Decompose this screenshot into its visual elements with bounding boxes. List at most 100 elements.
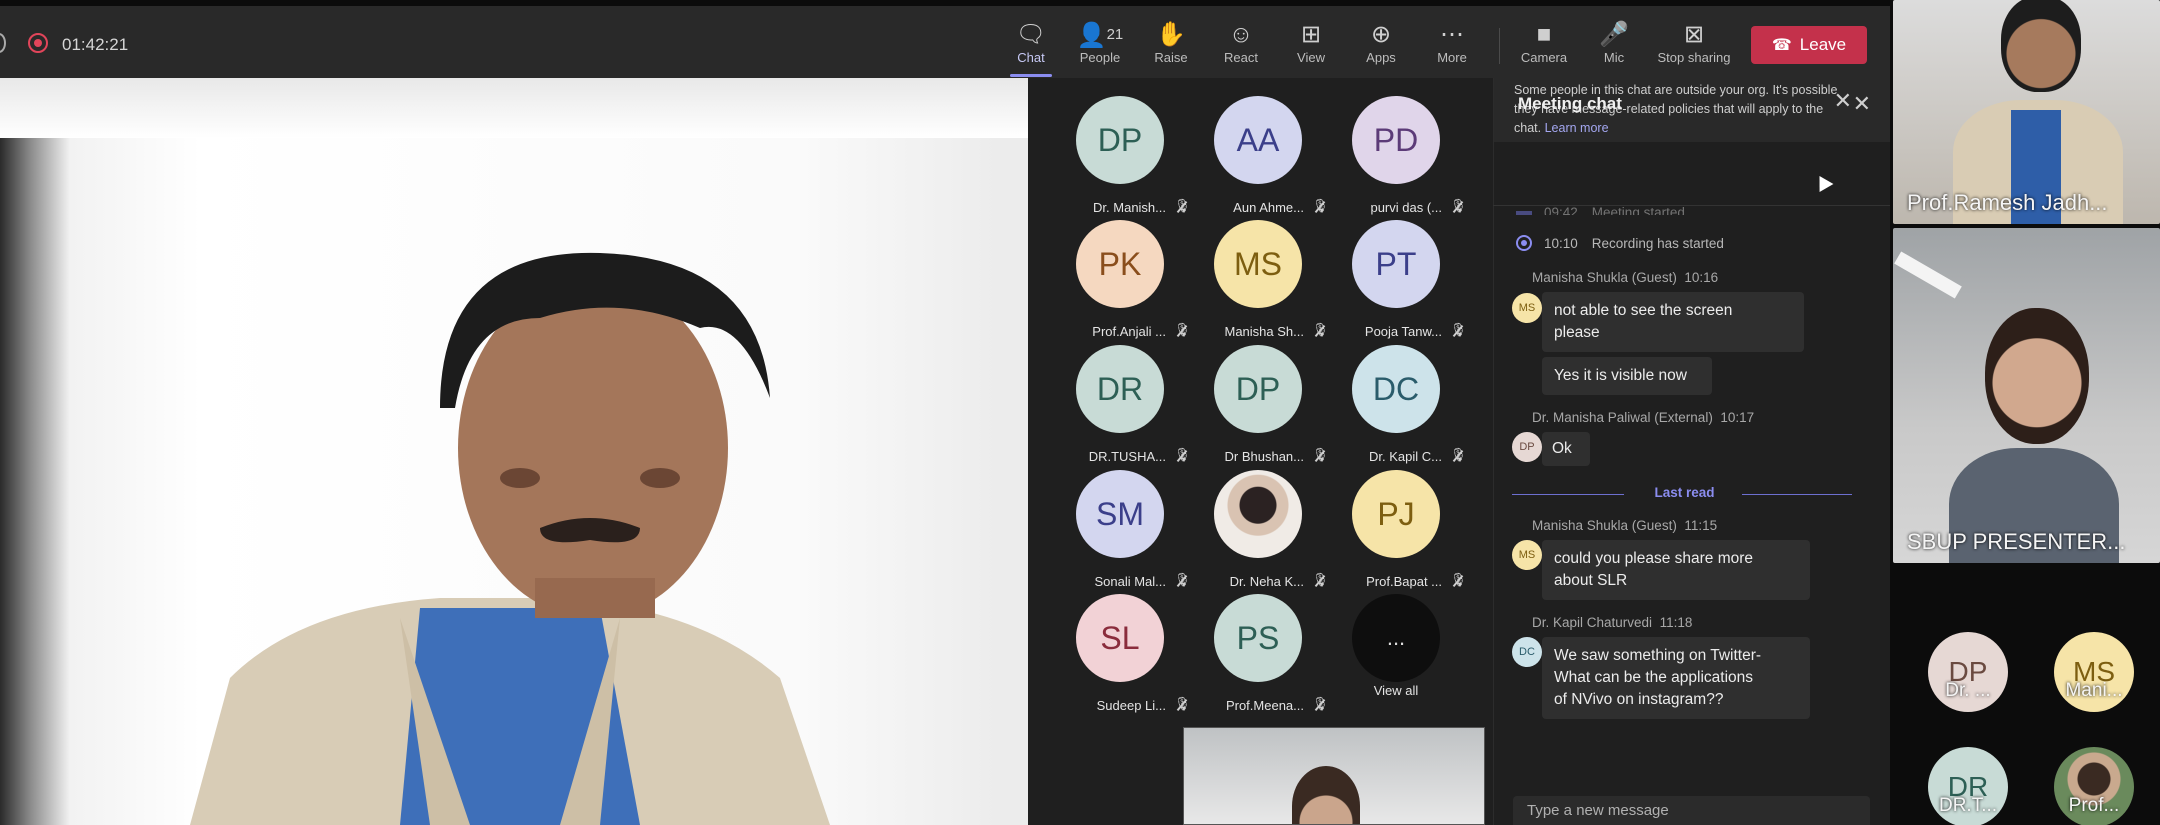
chat-message[interactable]: We saw something on Twitter- What can be … xyxy=(1542,637,1810,719)
video-tile-sbup-presenter[interactable]: SBUP PRESENTER... xyxy=(1893,228,2160,563)
participant-avatar: MS xyxy=(1214,220,1302,308)
muted-mic-icon: 🎙 xyxy=(1312,696,1329,711)
participant-tile[interactable]: PD purvi das (... 🎙 xyxy=(1326,96,1467,216)
participant-name: Dr. Neha K... xyxy=(1229,574,1304,589)
system-message-recording: 10:10 Recording has started xyxy=(1516,235,1724,251)
view-all-label[interactable]: View all xyxy=(1346,683,1446,698)
sender-avatar: DP xyxy=(1512,432,1542,462)
sender-avatar: DC xyxy=(1512,637,1542,667)
compose-message-input[interactable]: Type a new message xyxy=(1513,796,1870,825)
people-icon: 👤21 xyxy=(1076,22,1124,49)
participant-name: Dr Bhushan... xyxy=(1224,449,1305,464)
participant-tile[interactable]: PJ Prof.Bapat ... 🎙 xyxy=(1326,470,1467,590)
chat-message[interactable]: Yes it is visible now xyxy=(1542,357,1712,395)
participant-avatar: DR xyxy=(1076,345,1164,433)
participant-tile[interactable]: DP Dr Bhushan... 🎙 xyxy=(1188,345,1329,465)
self-view-video[interactable] xyxy=(1183,727,1485,825)
sender-avatar: MS xyxy=(1512,540,1542,570)
meeting-toolbar: 01:42:21 🗨 Chat 👤21 People ✋ Raise ☺ Rea… xyxy=(0,0,1890,78)
video-tile-prof-ramesh[interactable]: Prof.Ramesh Jadh... xyxy=(1893,0,2160,224)
teams-meeting-window: 01:42:21 🗨 Chat 👤21 People ✋ Raise ☺ Rea… xyxy=(0,0,2160,825)
self-view-person xyxy=(1292,766,1360,824)
mini-participant[interactable]: DP Dr. ... xyxy=(1928,632,2008,732)
muted-mic-icon: 🎙 xyxy=(1174,572,1191,587)
chat-message[interactable]: not able to see the screen please xyxy=(1542,292,1804,352)
meeting-started-icon xyxy=(1516,211,1532,215)
chat-button[interactable]: 🗨 Chat xyxy=(995,20,1067,72)
participant-name: Pooja Tanw... xyxy=(1364,324,1442,339)
main-video-feed xyxy=(0,78,1028,825)
participant-tile[interactable]: Dr. Neha K... 🎙 xyxy=(1188,470,1329,590)
participant-name: Dr. Kapil C... xyxy=(1369,449,1442,464)
participant-tile[interactable]: MS Manisha Sh... 🎙 xyxy=(1188,220,1329,340)
muted-mic-icon: 🎙 xyxy=(1450,198,1467,213)
participant-tile[interactable]: DP Dr. Manish... 🎙 xyxy=(1050,96,1191,216)
leave-button-label: Leave xyxy=(1799,35,1847,54)
participant-avatar: SL xyxy=(1076,594,1164,682)
muted-mic-icon: 🎙 xyxy=(1174,322,1191,337)
participant-avatar: DC xyxy=(1352,345,1440,433)
meeting-timer: 01:42:21 xyxy=(62,35,129,54)
participant-tile[interactable]: PS Prof.Meena... 🎙 xyxy=(1188,594,1329,714)
apps-button-label: Apps xyxy=(1366,50,1396,65)
last-read-divider: Last read xyxy=(1512,485,1852,505)
participant-name: Manisha Sh... xyxy=(1224,324,1305,339)
more-button[interactable]: ⋯ More xyxy=(1416,20,1488,72)
participant-avatar: AA xyxy=(1214,96,1302,184)
people-button[interactable]: 👤21 People xyxy=(1064,20,1136,72)
divider-line xyxy=(1512,494,1624,495)
message-sender: Manisha Shukla (Guest) 11:15 xyxy=(1532,518,1718,533)
react-button[interactable]: ☺ React xyxy=(1205,20,1277,72)
muted-mic-icon: 🎙 xyxy=(1312,198,1329,213)
video-tile-name: Prof.Ramesh Jadh... xyxy=(1907,190,2108,215)
mic-icon: 🎤 xyxy=(1599,21,1629,48)
system-text: Meeting started xyxy=(1591,205,1685,215)
participant-tile[interactable]: PT Pooja Tanw... 🎙 xyxy=(1326,220,1467,340)
more-icon: ⋯ xyxy=(1440,21,1464,48)
leave-button[interactable]: ☎ Leave xyxy=(1751,26,1867,64)
participant-tile[interactable]: PK Prof.Anjali ... 🎙 xyxy=(1050,220,1191,340)
stop-sharing-button[interactable]: ⊠ Stop sharing xyxy=(1648,20,1740,72)
participant-name: Prof.Meena... xyxy=(1225,698,1304,713)
chat-message[interactable]: Ok xyxy=(1542,432,1590,466)
participant-tile[interactable]: AA Aun Ahme... 🎙 xyxy=(1188,96,1329,216)
message-sender: Manisha Shukla (Guest) 10:16 xyxy=(1532,270,1719,285)
learn-more-link[interactable]: Learn more xyxy=(1545,121,1609,135)
participant-avatar: PK xyxy=(1076,220,1164,308)
mini-participant[interactable]: DR DR.T... xyxy=(1928,747,2008,825)
participant-tile[interactable]: SL Sudeep Li... 🎙 xyxy=(1050,594,1191,714)
view-button[interactable]: ⊞ View xyxy=(1275,20,1347,72)
chat-active-indicator xyxy=(1010,74,1052,77)
view-button-label: View xyxy=(1297,50,1325,65)
stop-sharing-icon: ⊠ xyxy=(1683,21,1705,48)
participant-name: DR.TUSHA... xyxy=(1088,449,1166,464)
participant-name: Prof.Bapat ... xyxy=(1366,574,1442,589)
stop-sharing-button-label: Stop sharing xyxy=(1657,50,1731,65)
camera-icon: ■ xyxy=(1536,21,1552,48)
view-icon: ⊞ xyxy=(1300,21,1322,48)
mic-button-label: Mic xyxy=(1603,50,1625,65)
raise-hand-button[interactable]: ✋ Raise xyxy=(1135,20,1207,72)
mic-button[interactable]: 🎤 Mic xyxy=(1578,20,1650,72)
recording-indicator-icon xyxy=(28,33,48,53)
message-sender: Dr. Manisha Paliwal (External) 10:17 xyxy=(1532,410,1755,425)
mini-name: DR.T... xyxy=(1938,795,1998,816)
muted-mic-icon: 🎙 xyxy=(1174,198,1191,213)
camera-button[interactable]: ■ Camera xyxy=(1508,20,1580,72)
presenter-figure xyxy=(190,252,830,825)
mini-participant[interactable]: MS Mani... xyxy=(2054,632,2134,732)
participant-avatar xyxy=(1214,470,1302,558)
dismiss-notice-close-icon[interactable]: ✕ xyxy=(1853,93,1871,115)
participant-tile[interactable]: DC Dr. Kapil C... 🎙 xyxy=(1326,345,1467,465)
muted-mic-icon: 🎙 xyxy=(1174,696,1191,711)
apps-button[interactable]: ⊕ Apps xyxy=(1345,20,1417,72)
mini-participant[interactable]: Prof... xyxy=(2054,747,2134,825)
participant-tile[interactable]: SM Sonali Mal... 🎙 xyxy=(1050,470,1191,590)
chat-message[interactable]: could you please share more about SLR xyxy=(1542,540,1810,600)
participant-avatar: PS xyxy=(1214,594,1302,682)
participant-tile[interactable]: DR DR.TUSHA... 🎙 xyxy=(1050,345,1191,465)
system-message-meeting-started: 09:42 Meeting started xyxy=(1516,205,1685,215)
last-read-label: Last read xyxy=(1654,485,1715,500)
close-chat-close-icon[interactable]: ✕ xyxy=(1834,88,1852,114)
sender-avatar: MS xyxy=(1512,293,1542,323)
